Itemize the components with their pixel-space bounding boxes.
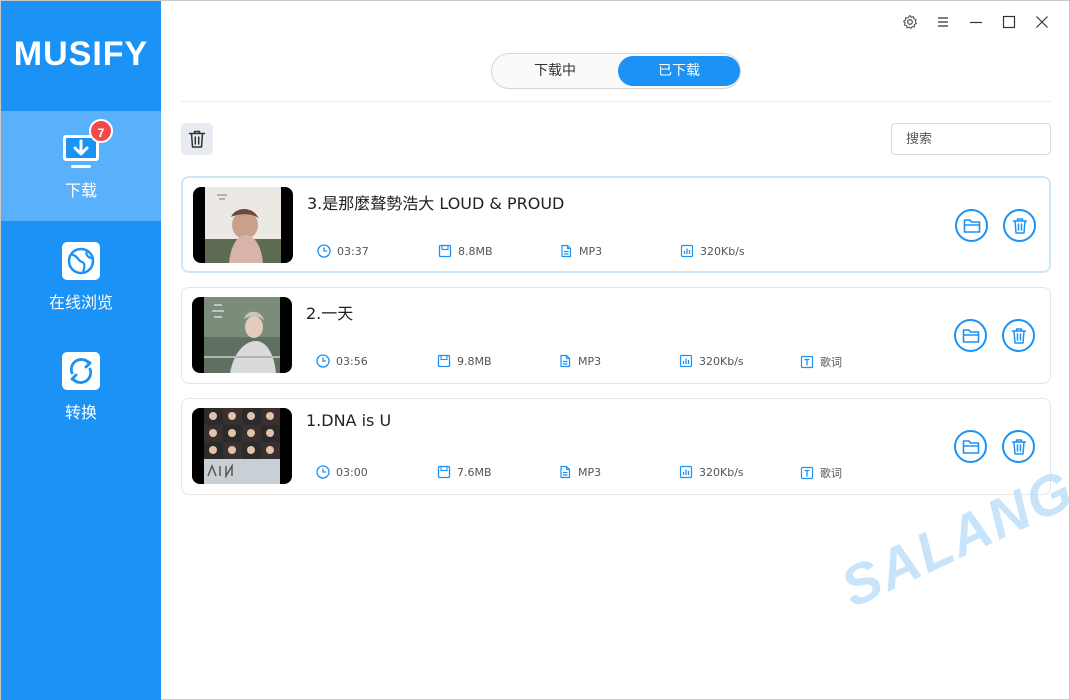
song-duration: 03:37 — [317, 244, 369, 258]
delete-song-button[interactable] — [1003, 209, 1036, 242]
tab-downloaded[interactable]: 已下载 — [618, 56, 740, 86]
folder-icon — [963, 218, 980, 233]
bitrate-value: 320Kb/s — [699, 465, 744, 479]
clock-icon — [317, 244, 331, 258]
song-format: MP3 — [559, 244, 602, 258]
song-duration: 03:56 — [316, 354, 368, 368]
song-lyrics[interactable]: 歌词 — [800, 465, 842, 481]
close-button[interactable] — [1031, 11, 1053, 33]
download-count-badge: 7 — [89, 119, 113, 143]
album-cover — [192, 297, 292, 373]
album-art-image — [205, 187, 281, 263]
sidebar-item-label: 转换 — [64, 403, 97, 422]
open-folder-button[interactable] — [954, 319, 987, 352]
song-card[interactable]: 2.一天 03:56 9.8MB MP3 320Kb/s 歌词 — [181, 287, 1051, 384]
song-format: MP3 — [558, 465, 601, 479]
save-icon — [438, 244, 452, 258]
lyrics-label: 歌词 — [820, 467, 842, 480]
maximize-icon — [1002, 15, 1016, 29]
delete-all-button[interactable] — [181, 123, 213, 155]
size-value: 7.6MB — [457, 465, 492, 479]
song-bitrate: 320Kb/s — [679, 465, 744, 479]
convert-icon — [62, 352, 100, 390]
minimize-icon — [970, 21, 982, 24]
bitrate-value: 320Kb/s — [700, 244, 745, 258]
clock-icon — [316, 354, 330, 368]
sidebar-item-browse[interactable]: 在线浏览 — [1, 221, 161, 331]
song-bitrate: 320Kb/s — [680, 244, 745, 258]
song-bitrate: 320Kb/s — [679, 354, 744, 368]
duration-value: 03:56 — [336, 354, 368, 368]
sidebar-item-convert[interactable]: 转换 — [1, 331, 161, 441]
close-icon — [1036, 16, 1048, 28]
format-value: MP3 — [579, 244, 603, 258]
album-art-image — [204, 408, 280, 484]
search-input[interactable] — [891, 123, 1051, 155]
app-logo: MUSIFY — [13, 35, 149, 73]
app-window: MUSIFY 下载 7 在线浏览 转换 下载中 已下载 搜索 3.是那麼聱勢浩大… — [0, 0, 1070, 700]
lyrics-label: 歌词 — [820, 356, 842, 369]
bar-chart-icon — [680, 244, 694, 258]
song-size: 7.6MB — [437, 465, 492, 479]
song-format: MP3 — [558, 354, 601, 368]
duration-value: 03:37 — [337, 244, 369, 258]
save-icon — [437, 465, 451, 479]
globe-icon — [62, 242, 100, 280]
bitrate-value: 320Kb/s — [699, 354, 744, 368]
tab-downloading[interactable]: 下载中 — [494, 56, 616, 86]
settings-icon — [903, 14, 918, 29]
song-card[interactable]: 1.DNA is U 03:00 7.6MB MP3 320Kb/s 歌词 — [181, 398, 1051, 495]
delete-song-button[interactable] — [1002, 430, 1035, 463]
lyrics-text-icon — [800, 355, 814, 369]
bar-chart-icon — [679, 354, 693, 368]
maximize-button[interactable] — [998, 11, 1020, 33]
file-icon — [561, 244, 572, 258]
song-lyrics[interactable]: 歌词 — [800, 354, 842, 370]
song-card[interactable]: 3.是那麼聱勢浩大 LOUD & PROUD 03:37 8.8MB MP3 3… — [181, 176, 1051, 273]
folder-icon — [962, 439, 979, 454]
trash-icon — [188, 130, 206, 148]
settings-button[interactable] — [899, 11, 921, 33]
bar-chart-icon — [679, 465, 693, 479]
duration-value: 03:00 — [336, 465, 368, 479]
menu-icon — [938, 17, 948, 27]
song-title: 1.DNA is U — [306, 411, 392, 430]
song-duration: 03:00 — [316, 465, 368, 479]
song-size: 8.8MB — [438, 244, 493, 258]
sidebar-item-download[interactable]: 下载 — [1, 111, 161, 221]
album-cover — [193, 187, 293, 263]
folder-icon — [962, 328, 979, 343]
trash-icon — [1011, 327, 1026, 344]
size-value: 8.8MB — [458, 244, 493, 258]
sidebar-item-label: 在线浏览 — [48, 293, 113, 312]
delete-song-button[interactable] — [1002, 319, 1035, 352]
size-value: 9.8MB — [457, 354, 492, 368]
song-title: 3.是那麼聱勢浩大 LOUD & PROUD — [307, 194, 565, 213]
save-icon — [437, 354, 451, 368]
header-divider — [181, 101, 1051, 102]
file-icon — [560, 465, 571, 479]
album-art-image — [204, 297, 280, 373]
album-cover — [192, 408, 292, 484]
trash-icon — [1011, 438, 1026, 455]
minimize-button[interactable] — [965, 11, 987, 33]
lyrics-text-icon — [800, 466, 814, 480]
menu-button[interactable] — [932, 11, 954, 33]
trash-icon — [1012, 217, 1027, 234]
open-folder-button[interactable] — [955, 209, 988, 242]
sidebar-item-label: 下载 — [64, 181, 97, 200]
format-value: MP3 — [578, 354, 602, 368]
clock-icon — [316, 465, 330, 479]
file-icon — [560, 354, 571, 368]
song-size: 9.8MB — [437, 354, 492, 368]
song-title: 2.一天 — [306, 304, 354, 323]
sidebar: MUSIFY 下载 7 在线浏览 转换 — [1, 1, 161, 700]
open-folder-button[interactable] — [954, 430, 987, 463]
format-value: MP3 — [578, 465, 602, 479]
download-status-tabs: 下载中 已下载 — [491, 53, 741, 89]
